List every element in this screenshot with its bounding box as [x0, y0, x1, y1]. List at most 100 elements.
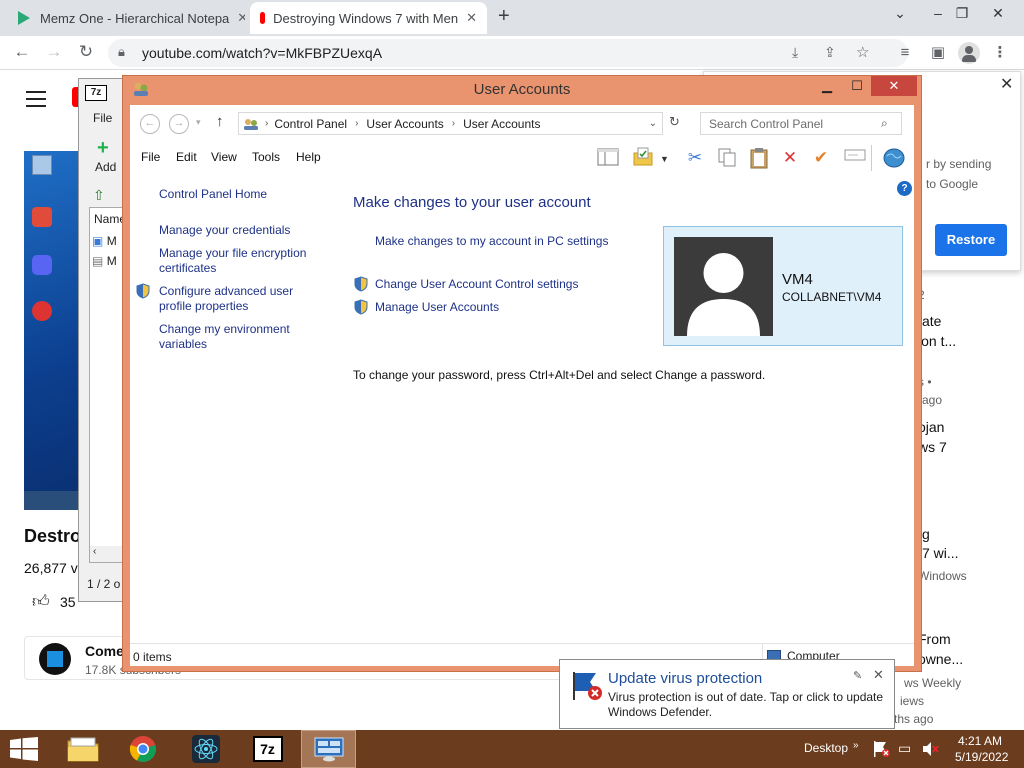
media-queue-icon[interactable]: ≡ — [895, 43, 915, 63]
close-window-button[interactable]: ✕ — [978, 0, 1018, 28]
link-advanced-profile[interactable]: Configure advanced user profile properti… — [159, 284, 309, 314]
sidebar-fragment[interactable]: ate — [922, 313, 941, 329]
chevron-down-icon[interactable]: ▼ — [660, 154, 669, 164]
address-bar[interactable]: 🔒︎ youtube.com/watch?v=MkFBPZUexqA ⤓ ⇪ ☆ — [108, 39, 908, 67]
notification-body: Virus protection is out of date. Tap or … — [608, 690, 884, 719]
sevenzip-add-label[interactable]: Add — [95, 160, 116, 174]
forward-arrow-icon[interactable]: → — [42, 41, 66, 65]
chevron-down-icon[interactable]: ⌄ — [880, 0, 920, 28]
browser-tabstrip: Memz One - Hierarchical Notepa ✕ Destroy… — [0, 0, 1024, 36]
menu-help[interactable]: Help — [296, 150, 321, 164]
menu-tools[interactable]: Tools — [252, 150, 280, 164]
up-arrow-icon[interactable]: ↑ — [216, 113, 224, 130]
sidebar-fragment[interactable]: From — [918, 631, 951, 647]
address-box[interactable]: › Control Panel › User Accounts › User A… — [238, 112, 663, 135]
back-arrow-icon[interactable]: ← — [10, 41, 34, 65]
chrome-icon[interactable] — [115, 730, 170, 768]
sidebar-fragment[interactable]: owne... — [918, 651, 963, 667]
share-icon[interactable]: ⇪ — [824, 44, 836, 61]
react-app-icon[interactable] — [178, 730, 233, 768]
link-environment-variables[interactable]: Change my environment variables — [159, 322, 309, 352]
restore-button[interactable]: Restore — [935, 224, 1007, 256]
channel-avatar[interactable] — [39, 643, 71, 675]
close-icon[interactable]: ✕ — [1000, 74, 1013, 94]
profile-avatar-icon[interactable] — [958, 42, 980, 64]
link-pc-settings[interactable]: Make changes to my account in PC setting… — [375, 234, 608, 248]
breadcrumb-control-panel[interactable]: Control Panel — [274, 117, 347, 131]
organize-folder-icon[interactable] — [633, 147, 655, 169]
close-icon[interactable]: ✕ — [229, 10, 245, 26]
link-file-encryption[interactable]: Manage your file encryption certificates — [159, 246, 329, 276]
rename-icon[interactable] — [844, 147, 866, 169]
tab-memz[interactable]: Memz One - Hierarchical Notepa ✕ — [8, 2, 245, 34]
file-explorer-icon[interactable] — [55, 730, 110, 768]
tab-title: Destroying Windows 7 with Men — [273, 10, 459, 26]
refresh-icon[interactable]: ↻ — [669, 114, 680, 130]
sevenzip-menu-file[interactable]: File — [93, 111, 112, 125]
breadcrumb-user-accounts[interactable]: User Accounts — [366, 117, 443, 131]
breadcrumb-user-accounts-current[interactable]: User Accounts — [463, 117, 540, 131]
menu-view[interactable]: View — [211, 150, 237, 164]
menu-file[interactable]: File — [141, 150, 160, 164]
volume-muted-icon[interactable] — [922, 741, 940, 757]
action-center-flag-icon[interactable] — [873, 740, 891, 758]
sidebar-fragment[interactable]: ws 7 — [918, 439, 947, 455]
clock-time[interactable]: 4:21 AM — [958, 734, 1002, 748]
file-row[interactable]: ▣ M — [92, 234, 117, 248]
notification-balloon[interactable]: Update virus protection Virus protection… — [559, 659, 895, 729]
youtube-icon — [260, 12, 274, 24]
search-icon[interactable]: ⌕ — [881, 116, 888, 131]
hamburger-menu-icon[interactable] — [26, 91, 46, 107]
side-panel-icon[interactable]: ▣ — [928, 43, 948, 63]
more-menu-icon[interactable]: ⋮ — [990, 43, 1010, 63]
windows-start-icon[interactable] — [10, 737, 38, 764]
url-text: youtube.com/watch?v=MkFBPZUexqA — [142, 45, 383, 61]
reload-icon[interactable]: ↻ — [74, 41, 98, 65]
install-icon[interactable]: ⤓ — [792, 44, 798, 61]
link-manage-user-accounts[interactable]: Manage User Accounts — [375, 300, 499, 314]
chevron-down-icon[interactable]: ⌄ — [649, 118, 657, 129]
bookmark-star-icon[interactable]: ☆ — [856, 43, 869, 61]
properties-check-icon[interactable]: ✔ — [810, 147, 832, 169]
close-button[interactable]: ✕ — [871, 76, 917, 96]
maximize-button[interactable]: ☐ — [841, 76, 873, 96]
menu-edit[interactable]: Edit — [176, 150, 197, 164]
pin-settings-icon[interactable]: ✎ — [853, 669, 862, 682]
paste-clipboard-icon[interactable] — [748, 147, 770, 169]
sidebar-fragment[interactable]: 7 wi... — [922, 545, 959, 561]
globe-icon[interactable] — [882, 147, 905, 169]
channel-name[interactable]: Come — [85, 643, 124, 659]
add-plus-icon[interactable]: + — [97, 137, 109, 160]
up-folder-icon[interactable]: ⇧ — [93, 187, 105, 204]
link-control-panel-home[interactable]: Control Panel Home — [159, 187, 267, 202]
recent-pages-chevron-icon[interactable]: ▾ — [196, 117, 201, 128]
sidebar-fragment[interactable]: g — [922, 526, 930, 542]
close-icon[interactable]: ✕ — [873, 667, 884, 683]
link-uac-settings[interactable]: Change User Account Control settings — [375, 277, 578, 291]
preview-pane-icon[interactable] — [597, 147, 619, 169]
forward-arrow-icon[interactable]: → — [169, 114, 189, 134]
control-panel-taskbar-icon[interactable] — [301, 730, 356, 768]
clock-date[interactable]: 5/19/2022 — [955, 750, 1008, 764]
search-control-panel-input[interactable]: Search Control Panel ⌕ — [700, 112, 902, 135]
new-tab-button[interactable]: + — [498, 5, 510, 28]
restore-window-button[interactable]: ❐ — [942, 0, 982, 28]
chevron-double-right-icon[interactable]: » — [853, 740, 859, 751]
close-icon[interactable]: ✕ — [458, 10, 477, 26]
help-icon[interactable]: ? — [897, 181, 912, 196]
sevenzip-taskbar-icon[interactable]: 7z — [240, 730, 295, 768]
file-row[interactable]: ▤ M — [92, 254, 117, 268]
copy-icon[interactable] — [716, 147, 738, 169]
desktop-toolbar-label[interactable]: Desktop — [804, 741, 848, 755]
minimize-button[interactable]: ▁ — [811, 76, 843, 96]
delete-x-icon[interactable]: ✕ — [779, 147, 801, 169]
user-name: VM4 — [782, 271, 813, 288]
sidebar-fragment[interactable]: ion t... — [918, 333, 956, 349]
thumbs-up-icon[interactable]: 👍︎ — [32, 591, 50, 612]
link-manage-credentials[interactable]: Manage your credentials — [159, 223, 290, 238]
network-icon[interactable]: ▭ — [898, 740, 911, 757]
cut-scissors-icon[interactable]: ✂ — [684, 147, 706, 169]
video-player[interactable] — [24, 151, 79, 510]
back-arrow-icon[interactable]: ← — [140, 114, 160, 134]
tab-youtube[interactable]: Destroying Windows 7 with Men ✕ — [250, 2, 487, 34]
